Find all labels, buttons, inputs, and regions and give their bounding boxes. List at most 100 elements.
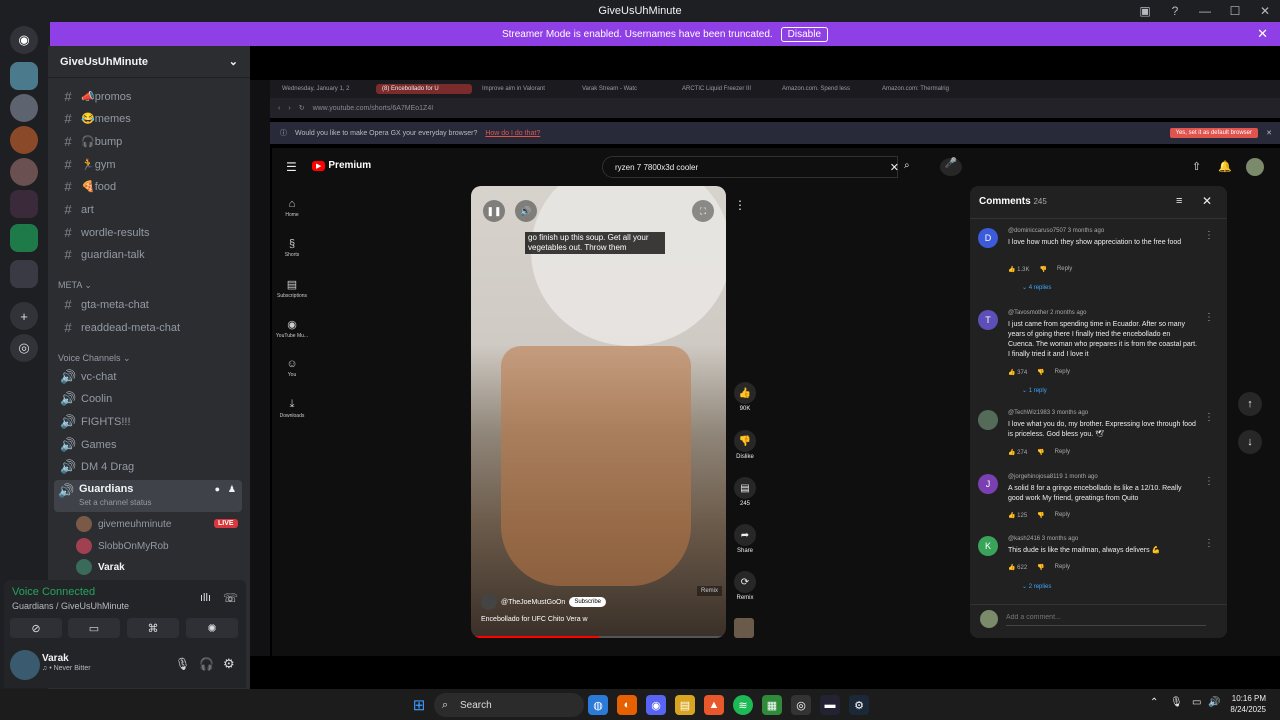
tray-chevron-icon[interactable]: ⌃ [1150, 697, 1158, 708]
obs-icon[interactable]: ◎ [791, 695, 811, 715]
browser-tab[interactable]: Wednesday, January 1, 2 [276, 84, 372, 94]
channel-guardian-talk[interactable]: # guardian-talk [56, 244, 244, 265]
next-video-icon[interactable]: ↓ [1238, 430, 1262, 454]
voice-location[interactable]: Guardians / GiveUsUhMinute [12, 601, 129, 611]
comment-author[interactable]: @dominiccaruso7507 3 months ago [1008, 228, 1104, 234]
browser-tab[interactable]: Amazon.com. Spend less [776, 84, 872, 94]
subscribe-button[interactable]: Subscribe [569, 597, 606, 607]
screen-share-button[interactable]: ▭ [68, 618, 120, 638]
like-icon[interactable]: 👍 125 [1008, 512, 1027, 519]
server-header[interactable]: GiveUsUhMinute ⌄ [48, 46, 250, 78]
start-icon[interactable]: ⊞ [409, 695, 429, 715]
headphones-icon[interactable]: 🎧 [199, 657, 214, 671]
spotify-icon[interactable]: ≋ [733, 695, 753, 715]
comment-author[interactable]: @jorgehinojosa8119 1 month ago [1008, 474, 1098, 480]
view-replies[interactable]: ⌄ 2 replies [1022, 583, 1051, 590]
previous-video-icon[interactable]: ↑ [1238, 392, 1262, 416]
nav-home[interactable]: ⌂ Home [272, 188, 312, 228]
like-button[interactable]: 👍 90K [730, 382, 760, 412]
pause-icon[interactable]: ❚❚ [483, 200, 505, 222]
dislike-icon[interactable]: 👎 [1037, 369, 1044, 376]
dislike-icon[interactable]: 👎 [1037, 512, 1044, 519]
comment-menu-icon[interactable]: ⋮ [1204, 476, 1214, 487]
file-explorer-icon[interactable]: ▤ [675, 695, 695, 715]
avatar[interactable]: K [978, 536, 998, 556]
add-server-icon[interactable]: + [10, 302, 38, 330]
more-options-icon[interactable]: ⋮ [734, 198, 746, 212]
sort-icon[interactable]: ≡ [1176, 195, 1182, 207]
voice-channel-coolin[interactable]: 🔊 Coolin [56, 388, 244, 409]
menu-icon[interactable]: ☰ [286, 160, 297, 174]
like-icon[interactable]: 👍 622 [1008, 564, 1027, 571]
nav-youtube-music[interactable]: ◉ YouTube Mu... [272, 308, 312, 348]
close-button[interactable]: ✕ [1250, 4, 1280, 18]
steam-icon[interactable]: ⚙ [849, 695, 869, 715]
channel-name[interactable]: @TheJoeMustGoOn [501, 599, 565, 606]
channel-wordle-results[interactable]: # wordle-results [56, 222, 244, 243]
mic-icon[interactable]: 🎙 [175, 657, 190, 671]
firefox-icon[interactable]: ◐ [617, 695, 637, 715]
app-icon[interactable]: ▲ [704, 695, 724, 715]
mic-search-icon[interactable]: 🎤 [940, 158, 962, 176]
channel-status[interactable]: Set a channel status [79, 498, 152, 507]
comment-menu-icon[interactable]: ⋮ [1204, 230, 1214, 241]
discover-icon[interactable]: ◎ [10, 334, 38, 362]
voice-channel-games[interactable]: 🔊 Games [56, 434, 244, 455]
back-icon[interactable]: ‹ [278, 105, 280, 112]
disconnect-icon[interactable]: ☏ [223, 591, 238, 605]
server-icon[interactable] [10, 94, 38, 122]
mic-tray-icon[interactable]: 🎙 [1170, 697, 1183, 708]
clear-search-icon[interactable]: ✕ [890, 161, 899, 174]
comment-author[interactable]: @TechWiz1983 3 months ago [1008, 410, 1088, 416]
upload-icon[interactable]: ⇧ [1192, 160, 1201, 173]
add-comment-input[interactable] [1006, 610, 1206, 626]
set-default-button[interactable]: Yes, set it as default browser [1169, 128, 1258, 138]
server-folder-icon[interactable] [10, 260, 38, 288]
browser-tab[interactable]: Improve aim in Valorant [476, 84, 572, 94]
channel-memes[interactable]: # 😂 memes [56, 108, 244, 129]
reply-button[interactable]: Reply [1057, 266, 1072, 273]
channel-bump[interactable]: # 🎧 bump [56, 131, 244, 152]
nav-subscriptions[interactable]: ▤ Subscriptions [272, 268, 312, 308]
nav-downloads[interactable]: ⤓ Downloads [272, 388, 312, 428]
notifications-icon[interactable]: 🔔 [1218, 160, 1232, 173]
voice-channel-vc-chat[interactable]: 🔊 vc-chat [56, 366, 244, 387]
channel-promos[interactable]: # 📣 promos [56, 86, 244, 107]
server-folder-icon[interactable] [10, 224, 38, 252]
dislike-button[interactable]: 👎 Dislike [730, 430, 760, 460]
category-voice-channels[interactable]: Voice Channels ⌄ [58, 353, 131, 364]
view-replies[interactable]: ⌄ 1 reply [1022, 387, 1047, 394]
volume-icon[interactable]: 🔊 [1208, 697, 1220, 708]
youtube-logo[interactable]: ▶ Premium [312, 160, 371, 171]
remix-button[interactable]: ⟳ Remix [730, 571, 760, 601]
volume-icon[interactable]: 🔊 [515, 200, 537, 222]
like-icon[interactable]: 👍 374 [1008, 369, 1027, 376]
forward-icon[interactable]: › [288, 105, 290, 112]
like-icon[interactable]: 👍 274 [1008, 449, 1027, 456]
system-clock[interactable]: 10:16 PM 8/24/2025 [1230, 693, 1266, 715]
dislike-icon[interactable]: 👎 [1039, 266, 1046, 273]
terminal-icon[interactable]: ▬ [820, 695, 840, 715]
sound-thumbnail[interactable] [734, 618, 754, 638]
account-avatar[interactable] [1246, 158, 1264, 176]
channel-art[interactable]: # art [56, 199, 244, 220]
inbox-icon[interactable]: ▣ [1130, 4, 1160, 18]
voice-user[interactable]: SlobbOnMyRob [76, 536, 169, 556]
chrome-icon[interactable]: ◍ [588, 695, 608, 715]
server-icon[interactable] [10, 62, 38, 90]
search-input[interactable]: ryzen 7 7800x3d cooler ✕ [602, 156, 899, 178]
avatar[interactable]: D [978, 228, 998, 248]
reply-button[interactable]: Reply [1055, 369, 1070, 376]
reply-button[interactable]: Reply [1055, 564, 1070, 571]
banner-close-icon[interactable]: ✕ [1257, 26, 1268, 42]
comment-author[interactable]: @Tavosmother 2 months ago [1008, 310, 1086, 316]
search-icon[interactable]: ⌕ [904, 160, 910, 171]
browser-tab[interactable]: Varak Stream - Watc [576, 84, 672, 94]
browser-tab[interactable]: Amazon.com: Thermalrig [876, 84, 972, 94]
close-comments-icon[interactable]: ✕ [1202, 194, 1212, 208]
comments-button[interactable]: ▤ 245 [730, 477, 760, 507]
channel-food[interactable]: # 🍕 food [56, 176, 244, 197]
voice-user[interactable]: Varak [76, 557, 125, 577]
reply-button[interactable]: Reply [1055, 512, 1070, 519]
display-icon[interactable]: ▭ [1192, 697, 1201, 708]
